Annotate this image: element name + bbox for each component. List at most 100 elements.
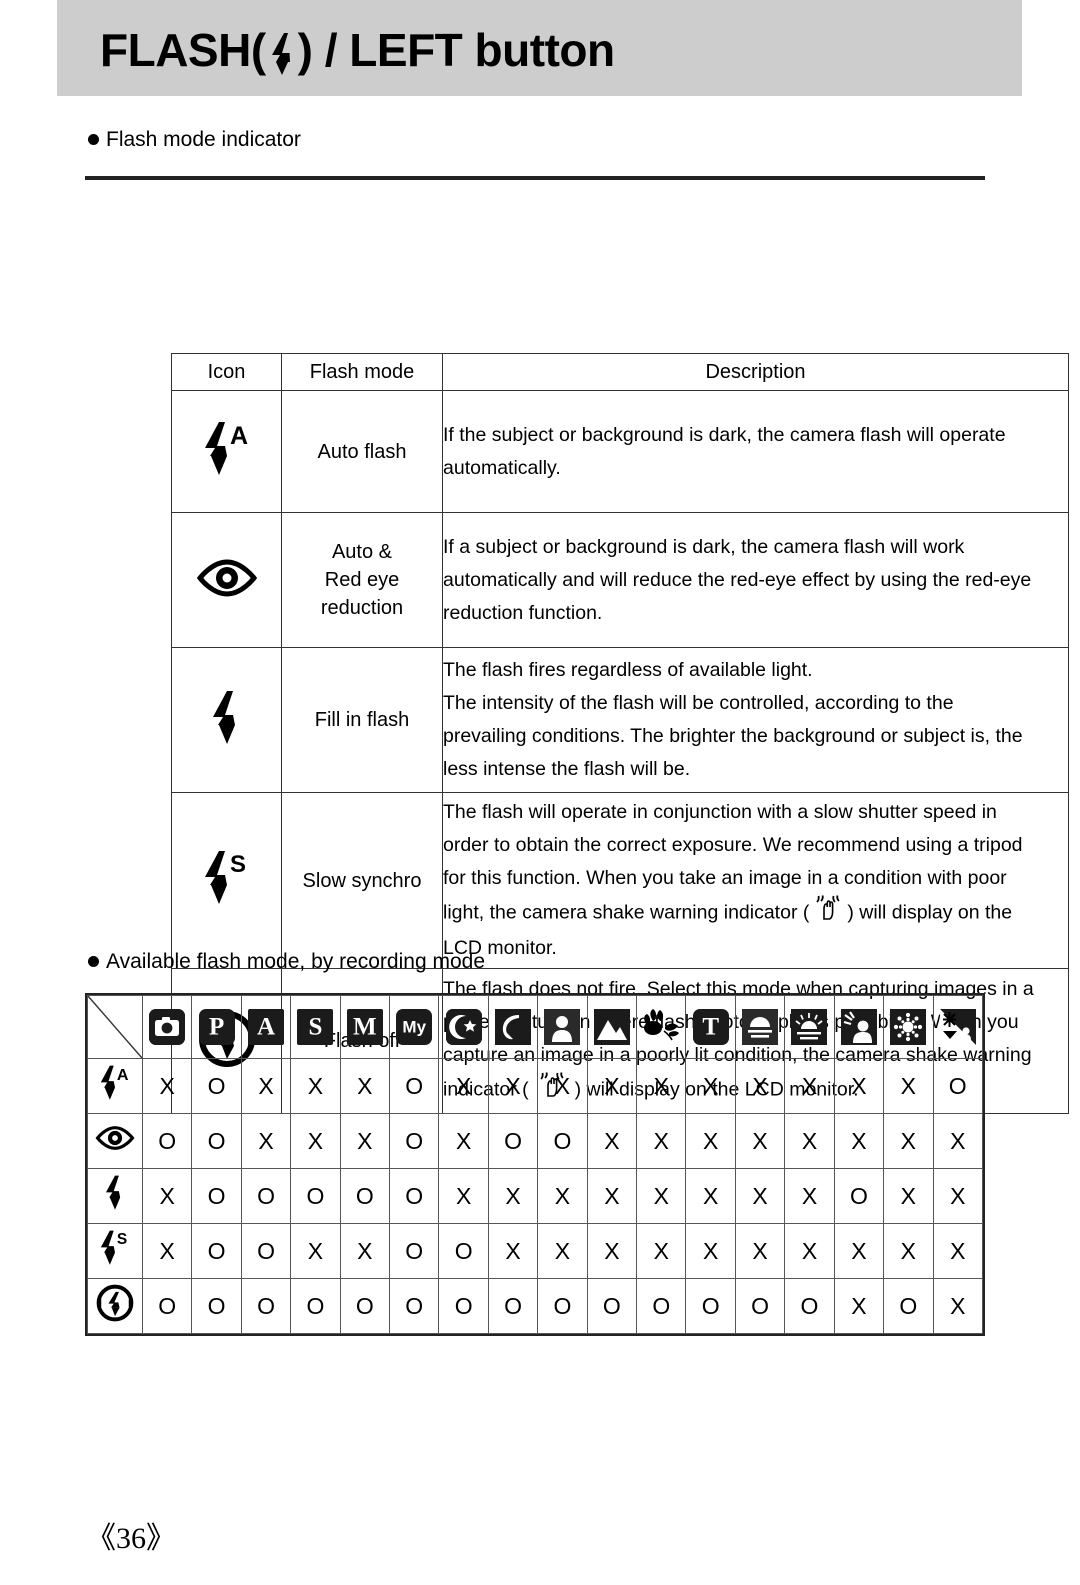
- matrix-cell: O: [537, 1278, 588, 1334]
- matrix-cell: X: [339, 1058, 391, 1114]
- matrix-row-auto-flash: A X O X X X O X X X X X X X X X X O: [87, 1058, 983, 1114]
- matrix-cell: X: [339, 1223, 391, 1279]
- matrix-cell: X: [290, 1058, 341, 1114]
- description-line: If a subject or background is dark, the …: [443, 535, 965, 558]
- matrix-cell: X: [339, 1113, 391, 1169]
- column-header-beach-snow-scene: [932, 995, 983, 1059]
- portrait-scene-icon: [495, 1009, 532, 1045]
- manual-mode-m-icon: M: [346, 1009, 383, 1045]
- flash-mode-name-line: Auto &: [331, 541, 393, 563]
- matrix-row-flash-off: O O O O O O O O O O O O O O X O X: [87, 1278, 983, 1334]
- matrix-cell: O: [389, 1168, 440, 1224]
- flash-mode-table: Icon Flash mode Description A Auto flash: [85, 176, 1069, 1114]
- description-line: prevailing conditions. The brighter the …: [443, 725, 1023, 747]
- column-header-backlight-scene: [833, 995, 885, 1059]
- matrix-cell: X: [240, 1113, 292, 1169]
- matrix-cell: O: [389, 1058, 440, 1114]
- matrix-cell: X: [586, 1223, 638, 1279]
- close-up-scene-icon: [641, 1007, 681, 1047]
- matrix-cell: X: [685, 1168, 736, 1224]
- column-header-dawn-scene: [784, 995, 835, 1059]
- matrix-cell: O: [240, 1168, 292, 1224]
- svg-text:A: A: [117, 1066, 129, 1084]
- matrix-cell: X: [883, 1058, 934, 1114]
- matrix-cell: O: [141, 1278, 193, 1334]
- column-header-night-scene: [438, 995, 489, 1059]
- matrix-corner-cell: [87, 995, 143, 1059]
- page-title-prefix: FLASH(: [100, 24, 266, 76]
- section-heading-available-flash-mode: Available flash mode, by recording mode: [88, 950, 485, 974]
- row-header-slow-synchro: S: [87, 1223, 143, 1279]
- matrix-cell: X: [636, 1113, 687, 1169]
- matrix-cell: O: [487, 1113, 539, 1169]
- red-eye-icon-cell: [171, 512, 282, 648]
- svg-text:S: S: [117, 1231, 127, 1248]
- column-header-auto-mode: [141, 995, 193, 1059]
- matrix-cell: X: [290, 1223, 341, 1279]
- section-heading-label: Available flash mode, by recording mode: [106, 950, 485, 973]
- row-header-red-eye-reduction: [87, 1113, 143, 1169]
- matrix-cell: O: [290, 1278, 341, 1334]
- matrix-cell: X: [636, 1058, 687, 1114]
- row-header-fill-in-flash: [87, 1168, 143, 1224]
- aperture-priority-a-icon: A: [248, 1009, 285, 1045]
- auto-flash-icon: A: [98, 1063, 132, 1109]
- flash-mode-name: Auto & Red eye reduction: [281, 512, 443, 648]
- matrix-cell: X: [290, 1113, 341, 1169]
- fill-in-flash-icon-cell: [171, 647, 282, 793]
- matrix-cell: X: [141, 1168, 193, 1224]
- matrix-cell: X: [537, 1058, 588, 1114]
- matrix-cell: X: [586, 1113, 638, 1169]
- matrix-cell: X: [685, 1058, 736, 1114]
- flash-mode-name-line: Auto flash: [317, 440, 407, 463]
- column-header-fireworks-scene: [883, 995, 934, 1059]
- description-line: The flash will operate in conjunction wi…: [443, 801, 997, 823]
- flash-mode-name: Auto flash: [281, 390, 443, 513]
- description-line: for this function. When you take an imag…: [443, 867, 1007, 889]
- matrix-cell: X: [883, 1223, 934, 1279]
- flash-mode-description: The flash fires regardless of available …: [442, 647, 1069, 793]
- table-header-row: Icon Flash mode Description: [171, 353, 1069, 391]
- matrix-cell: X: [734, 1223, 786, 1279]
- matrix-cell: O: [438, 1223, 489, 1279]
- description-line-with-icon: light, the camera shake warning indicato…: [443, 895, 1068, 932]
- column-header-flash-mode: Flash mode: [281, 353, 443, 391]
- description-line: The flash fires regardless of available …: [443, 659, 813, 681]
- matrix-cell: X: [833, 1223, 885, 1279]
- column-header-landscape-scene: [586, 995, 638, 1059]
- description-line-part: light, the camera shake warning indicato…: [443, 901, 810, 924]
- svg-text:A: A: [230, 422, 248, 450]
- description-line: order to obtain the correct exposure. We…: [443, 834, 1023, 856]
- matrix-cell: X: [487, 1058, 539, 1114]
- column-header-program-mode: P: [191, 995, 242, 1059]
- matrix-cell: O: [191, 1113, 242, 1169]
- flash-off-icon: [96, 1284, 134, 1328]
- matrix-cell: X: [784, 1223, 835, 1279]
- matrix-cell: O: [389, 1223, 440, 1279]
- matrix-cell: O: [537, 1113, 588, 1169]
- matrix-cell: O: [833, 1168, 885, 1224]
- section-heading-label: Flash mode indicator: [106, 128, 301, 151]
- flash-mode-name-line: Red eye: [324, 569, 400, 591]
- children-scene-icon: [544, 1009, 581, 1045]
- matrix-cell: X: [932, 1278, 983, 1334]
- matrix-cell: X: [685, 1113, 736, 1169]
- matrix-cell: O: [339, 1168, 391, 1224]
- page-number: 《36》: [86, 1522, 176, 1555]
- description-line-part: ) will display on the: [847, 901, 1013, 924]
- matrix-cell: X: [487, 1223, 539, 1279]
- matrix-cell: X: [784, 1058, 835, 1114]
- bullet-dot-icon: [88, 134, 99, 145]
- section-heading-flash-mode-indicator: Flash mode indicator: [88, 128, 301, 152]
- matrix-cell: X: [141, 1058, 193, 1114]
- matrix-cell: O: [636, 1278, 687, 1334]
- table-row: Auto & Red eye reduction If a subject or…: [171, 512, 1069, 648]
- fireworks-scene-icon: [890, 1009, 927, 1045]
- column-header-icon: Icon: [171, 353, 282, 391]
- matrix-cell: X: [932, 1168, 983, 1224]
- matrix-cell: X: [932, 1113, 983, 1169]
- matrix-row-slow-synchro: S X O O X X O O X X X X X X X X X X: [87, 1223, 983, 1279]
- matrix-cell: X: [636, 1223, 687, 1279]
- matrix-row-fill-in-flash: X O O O O O X X X X X X X X O X X: [87, 1168, 983, 1224]
- column-header-aperture-mode: A: [240, 995, 292, 1059]
